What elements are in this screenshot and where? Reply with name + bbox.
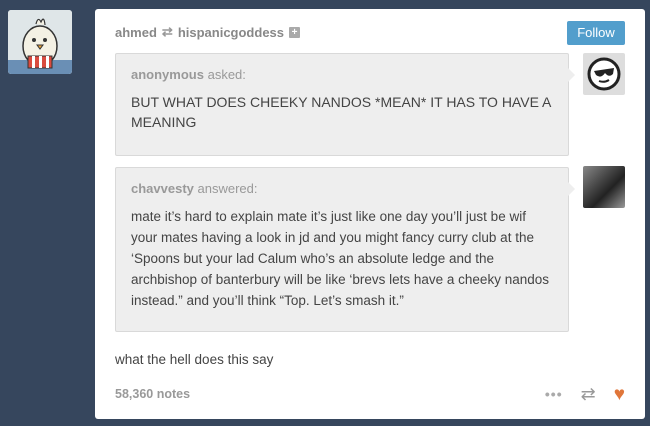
answered-label: answered: xyxy=(197,181,258,196)
post-footer: 58,360 notes ••• ⇄ ♥ xyxy=(115,384,625,404)
more-icon[interactable]: ••• xyxy=(545,386,563,402)
post-caption: what the hell does this say xyxy=(115,352,274,367)
anonymous-sunglasses-icon xyxy=(587,57,621,91)
answer-bubble: chavvesty answered: mate it’s hard to ex… xyxy=(115,167,575,332)
post-card: ahmed ⇄ hispanicgoddess + Follow anonymo… xyxy=(95,9,645,419)
ask-bubble: anonymous asked: BUT WHAT DOES CHEEKY NA… xyxy=(115,53,575,156)
reblogger-name[interactable]: ahmed xyxy=(115,25,157,40)
asked-label: asked: xyxy=(207,67,246,82)
answerer-name[interactable]: chavvesty xyxy=(131,181,194,196)
ask-header: anonymous asked: xyxy=(131,67,553,82)
reblog-icon: ⇄ xyxy=(161,24,173,39)
source-name[interactable]: hispanicgoddess xyxy=(178,25,284,40)
reblogger-avatar[interactable] xyxy=(8,10,72,74)
answer-header: chavvesty answered: xyxy=(131,181,553,196)
answerer-avatar[interactable] xyxy=(583,166,625,208)
asker-name: anonymous xyxy=(131,67,204,82)
reblog-button-icon[interactable]: ⇄ xyxy=(581,385,596,403)
notes-count[interactable]: 58,360 notes xyxy=(115,387,190,401)
post-actions: ••• ⇄ ♥ xyxy=(545,385,625,404)
ask-question: BUT WHAT DOES CHEEKY NANDOS *MEAN* IT HA… xyxy=(131,94,551,130)
asker-avatar[interactable] xyxy=(583,53,625,95)
follow-button[interactable]: Follow xyxy=(567,21,625,45)
post-header: ahmed ⇄ hispanicgoddess + xyxy=(115,23,301,41)
heart-icon[interactable]: ♥ xyxy=(614,385,625,404)
plus-icon[interactable]: + xyxy=(289,26,301,38)
bird-avatar-icon xyxy=(8,10,72,74)
answer-text: mate it’s hard to explain mate it’s just… xyxy=(131,209,549,308)
